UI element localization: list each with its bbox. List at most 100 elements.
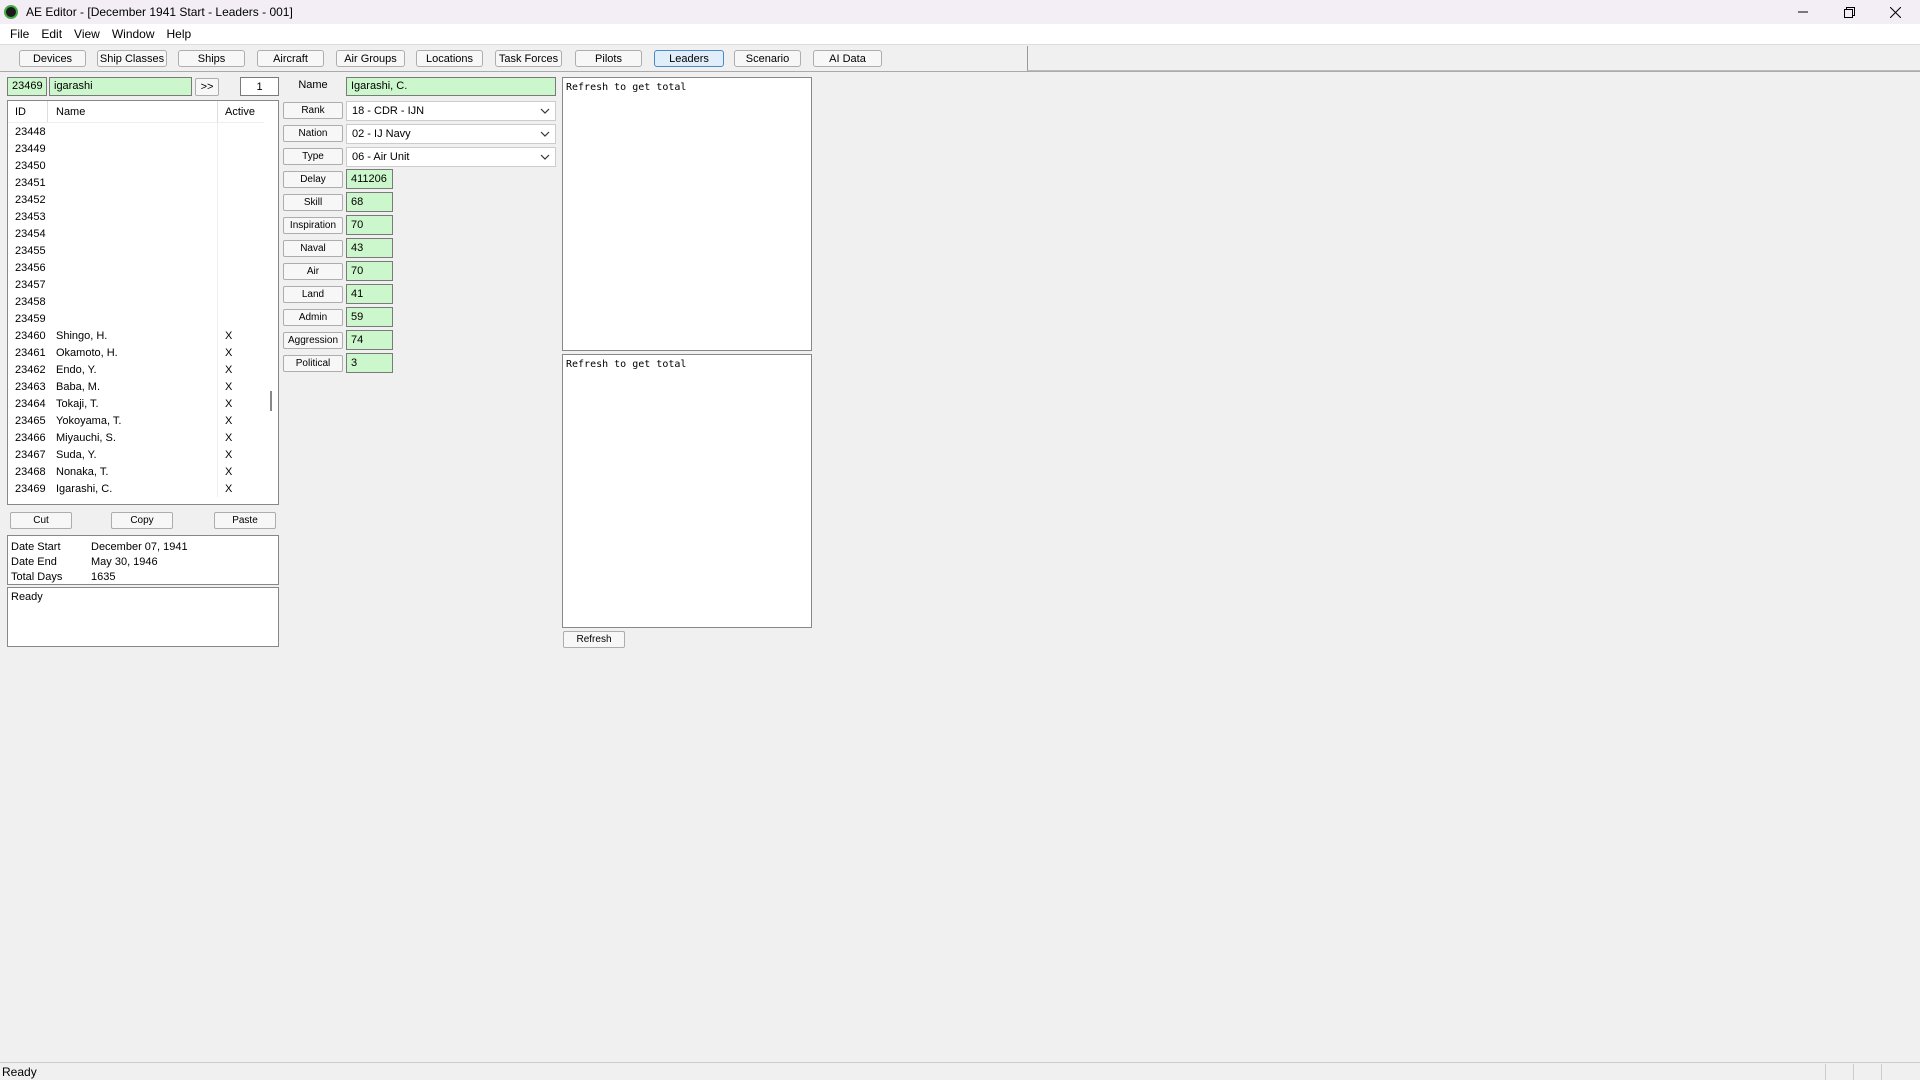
row-active: X (225, 346, 233, 359)
row-id: 23451 (15, 176, 46, 189)
table-row[interactable]: 23452 (8, 191, 278, 208)
table-row[interactable]: 23454 (8, 225, 278, 242)
minimize-icon (1798, 11, 1808, 13)
table-row[interactable]: 23469 Igarashi, C. X (8, 480, 278, 497)
refresh-button[interactable]: Refresh (563, 631, 625, 648)
minimize-button[interactable] (1780, 0, 1826, 24)
menu-help[interactable]: Help (161, 27, 198, 41)
delay-button[interactable]: Delay (283, 171, 343, 188)
restore-button[interactable] (1826, 0, 1872, 24)
header-id[interactable]: ID (8, 101, 48, 122)
land-button[interactable]: Land (283, 286, 343, 303)
tab-task-forces[interactable]: Task Forces (495, 50, 562, 67)
naval-button[interactable]: Naval (283, 240, 343, 257)
admin-field[interactable]: 59 (346, 307, 393, 327)
table-row[interactable]: 23465 Yokoyama, T. X (8, 412, 278, 429)
date-end-label: Date End (11, 555, 57, 568)
row-id: 23453 (15, 210, 46, 223)
admin-button[interactable]: Admin (283, 309, 343, 326)
tab-locations[interactable]: Locations (416, 50, 483, 67)
list-scrollbar[interactable] (264, 101, 278, 504)
inspiration-field[interactable]: 70 (346, 215, 393, 235)
table-row[interactable]: 23457 (8, 276, 278, 293)
rank-select[interactable]: 18 - CDR - IJN (346, 101, 556, 121)
menu-window[interactable]: Window (106, 27, 161, 41)
row-name: Shingo, H. (48, 327, 218, 344)
table-row[interactable]: 23451 (8, 174, 278, 191)
chevron-down-icon (540, 108, 550, 114)
naval-field[interactable]: 43 (346, 238, 393, 258)
table-row[interactable]: 23449 (8, 140, 278, 157)
table-row[interactable]: 23460 Shingo, H. X (8, 327, 278, 344)
row-name (48, 259, 218, 276)
search-name-input[interactable]: igarashi (49, 77, 192, 96)
inspiration-button[interactable]: Inspiration (283, 217, 343, 234)
row-active (218, 310, 266, 327)
table-row[interactable]: 23448 (8, 123, 278, 140)
table-row[interactable]: 23458 (8, 293, 278, 310)
air-button[interactable]: Air (283, 263, 343, 280)
date-start-label: Date Start (11, 540, 61, 553)
name-field[interactable]: Igarashi, C. (346, 77, 556, 96)
table-row[interactable]: 23463 Baba, M. X (8, 378, 278, 395)
scrollbar-thumb[interactable] (270, 391, 272, 411)
row-name (48, 157, 218, 174)
type-select[interactable]: 06 - Air Unit (346, 147, 556, 167)
air-field[interactable]: 70 (346, 261, 393, 281)
top-total-panel[interactable]: Refresh to get total (562, 77, 812, 351)
search-id-input[interactable]: 23469 (7, 77, 47, 96)
copy-button[interactable]: Copy (111, 512, 173, 529)
nation-button[interactable]: Nation (283, 125, 343, 142)
table-row[interactable]: 23450 (8, 157, 278, 174)
tab-ai-data[interactable]: AI Data (813, 50, 882, 67)
tab-scenario[interactable]: Scenario (734, 50, 801, 67)
row-id: 23460 (15, 329, 46, 342)
tab-aircraft[interactable]: Aircraft (257, 50, 324, 67)
tab-pilots[interactable]: Pilots (575, 50, 642, 67)
aggression-field[interactable]: 74 (346, 330, 393, 350)
menu-view[interactable]: View (68, 27, 106, 41)
search-count-field[interactable]: 1 (240, 77, 279, 96)
paste-button[interactable]: Paste (214, 512, 276, 529)
table-row[interactable]: 23466 Miyauchi, S. X (8, 429, 278, 446)
header-active[interactable]: Active (218, 101, 266, 122)
tab-devices[interactable]: Devices (19, 50, 86, 67)
cut-button[interactable]: Cut (10, 512, 72, 529)
table-row[interactable]: 23464 Tokaji, T. X (8, 395, 278, 412)
table-row[interactable]: 23462 Endo, Y. X (8, 361, 278, 378)
tab-air-groups[interactable]: Air Groups (336, 50, 405, 67)
political-field[interactable]: 3 (346, 353, 393, 373)
rank-button[interactable]: Rank (283, 102, 343, 119)
type-button[interactable]: Type (283, 148, 343, 165)
bottom-total-panel[interactable]: Refresh to get total (562, 354, 812, 628)
leader-list[interactable]: ID Name Active 23448 23449 23450 23451 23452… (7, 100, 279, 505)
land-field[interactable]: 41 (346, 284, 393, 304)
menu-file[interactable]: File (4, 27, 35, 41)
tab-leaders[interactable]: Leaders (654, 50, 724, 67)
table-row[interactable]: 23468 Nonaka, T. X (8, 463, 278, 480)
window-title: AE Editor - [December 1941 Start - Leade… (26, 5, 293, 19)
aggression-button[interactable]: Aggression (283, 332, 343, 349)
row-active (218, 174, 266, 191)
skill-field[interactable]: 68 (346, 192, 393, 212)
search-next-button[interactable]: >> (195, 78, 219, 96)
status-text-box: Ready (7, 587, 279, 647)
row-active (218, 140, 266, 157)
table-row[interactable]: 23453 (8, 208, 278, 225)
tab-ships[interactable]: Ships (178, 50, 245, 67)
menu-edit[interactable]: Edit (35, 27, 68, 41)
nation-select[interactable]: 02 - IJ Navy (346, 124, 556, 144)
skill-button[interactable]: Skill (283, 194, 343, 211)
table-row[interactable]: 23459 (8, 310, 278, 327)
table-row[interactable]: 23467 Suda, Y. X (8, 446, 278, 463)
table-row[interactable]: 23456 (8, 259, 278, 276)
tab-ship-classes[interactable]: Ship Classes (97, 50, 167, 67)
header-name[interactable]: Name (48, 101, 218, 122)
close-button[interactable] (1872, 0, 1918, 24)
row-name (48, 310, 218, 327)
delay-field[interactable]: 411206 (346, 169, 393, 189)
row-active: X (225, 414, 233, 427)
political-button[interactable]: Political (283, 355, 343, 372)
table-row[interactable]: 23461 Okamoto, H. X (8, 344, 278, 361)
table-row[interactable]: 23455 (8, 242, 278, 259)
